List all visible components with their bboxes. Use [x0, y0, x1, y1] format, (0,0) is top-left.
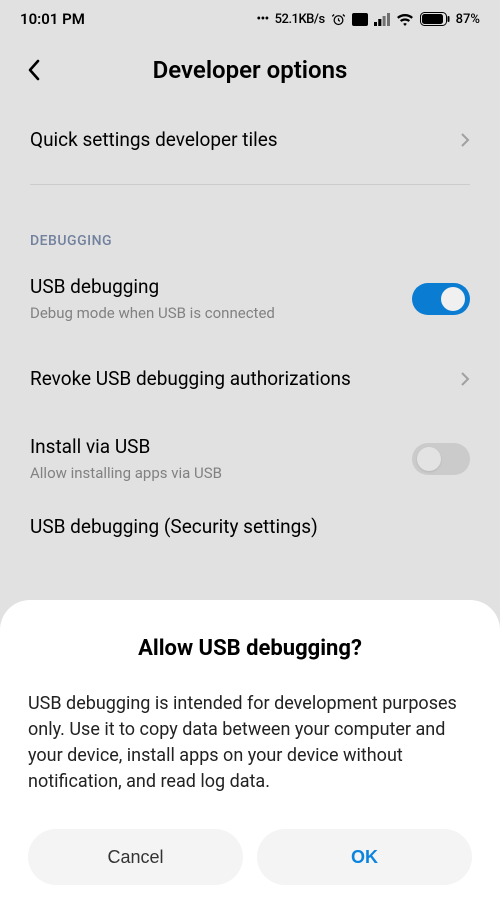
- dialog-actions: Cancel OK: [28, 829, 472, 885]
- usb-debugging-dialog: Allow USB debugging? USB debugging is in…: [0, 600, 500, 903]
- dialog-title: Allow USB debugging?: [28, 636, 472, 661]
- settings-screen: 10:01 PM ••• 52.1KB/s 87% Developer opti…: [0, 0, 500, 903]
- ok-button[interactable]: OK: [257, 829, 472, 885]
- cancel-button[interactable]: Cancel: [28, 829, 243, 885]
- dialog-body: USB debugging is intended for developmen…: [28, 691, 472, 795]
